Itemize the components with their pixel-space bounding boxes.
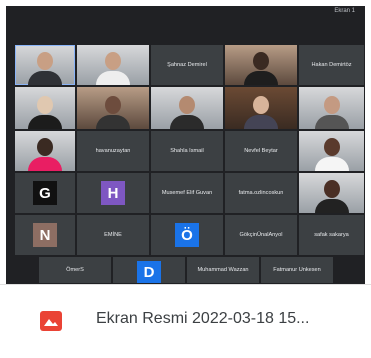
participant-video-tile	[224, 44, 298, 86]
participant-name-tile: havanuzaytan	[76, 130, 150, 172]
participant-name: GökçinÜnalAnyol	[239, 232, 283, 238]
participant-figure	[170, 96, 204, 129]
participant-name-tile: ÖmerS	[38, 256, 112, 284]
participant-name-tile: Şahnaz Demirel	[150, 44, 224, 86]
participant-figure	[96, 96, 130, 129]
participant-name-tile: Muhammad Wazzan	[186, 256, 260, 284]
participant-avatar-tile: H	[76, 172, 150, 214]
participant-name-tile: Hakan Demirtöz	[298, 44, 365, 86]
participant-figure	[96, 52, 130, 85]
participant-figure	[244, 96, 278, 129]
participant-avatar-tile: Ö	[150, 214, 224, 256]
participant-video-tile	[14, 86, 76, 130]
participant-video-tile	[76, 86, 150, 130]
participant-avatar-tile: N	[14, 214, 76, 256]
participant-name-tile: Musemef Elif Guvan	[150, 172, 224, 214]
status-text: Ekran 1	[334, 8, 355, 14]
participant-name: Nevfel Beytar	[244, 148, 278, 154]
participant-figure	[28, 96, 62, 129]
participant-name: Şahnaz Demirel	[167, 62, 207, 68]
status-bar: Ekran 1	[6, 6, 365, 20]
participant-name-tile: Nevfel Beytar	[224, 130, 298, 172]
participant-name-tile: Shahla Ismail	[150, 130, 224, 172]
participant-video-tile	[150, 86, 224, 130]
participant-name-tile: fatma.ozlincoskun	[224, 172, 298, 214]
participant-name: Musemef Elif Guvan	[161, 190, 213, 196]
avatar-letter: D	[137, 260, 161, 283]
avatar-letter: Ö	[175, 223, 199, 247]
participant-name: safak sakarya	[314, 232, 349, 238]
participant-name: Muhammad Wazzan	[197, 267, 249, 273]
participant-name-tile: EMİNE	[76, 214, 150, 256]
participant-name-tile: safak sakarya	[298, 214, 365, 256]
participant-name: ÖmerS	[66, 267, 84, 273]
participant-video-tile	[14, 130, 76, 172]
participant-video-tile	[298, 130, 365, 172]
participant-figure	[314, 96, 349, 129]
participant-name: Fatmanur Unkesen	[273, 267, 321, 273]
participant-name-tile: Fatmanur Unkesen	[260, 256, 334, 284]
avatar-letter: H	[101, 181, 125, 205]
file-name[interactable]: Ekran Resmi 2022-03-18 15...	[96, 310, 309, 328]
participant-name: Shahla Ismail	[170, 148, 204, 154]
participant-name: havanuzaytan	[95, 148, 131, 154]
participant-figure	[244, 52, 278, 85]
participant-video-tile	[14, 44, 76, 86]
participant-video-tile	[298, 86, 365, 130]
participant-name-tile: GökçinÜnalAnyol	[224, 214, 298, 256]
participant-video-tile	[76, 44, 150, 86]
file-preview-card[interactable]: Ekran 1 Şahnaz Demirel Hakan Demirtöz ha…	[0, 0, 371, 358]
meeting-screenshot-thumbnail: Ekran 1 Şahnaz Demirel Hakan Demirtöz ha…	[6, 6, 365, 284]
participant-figure	[28, 52, 62, 85]
avatar-letter: G	[33, 181, 57, 205]
participant-name: EMİNE	[104, 232, 122, 238]
participant-figure	[314, 138, 349, 171]
participant-figure	[314, 180, 349, 213]
participant-avatar-tile: D	[112, 256, 186, 284]
participant-avatar-tile: G	[14, 172, 76, 214]
participant-name: Hakan Demirtöz	[311, 62, 352, 68]
image-file-icon	[40, 311, 62, 331]
participant-video-tile	[298, 172, 365, 214]
participant-video-tile	[224, 86, 298, 130]
avatar-letter: N	[33, 223, 57, 247]
participant-name: fatma.ozlincoskun	[238, 190, 284, 196]
participant-figure	[28, 138, 62, 171]
